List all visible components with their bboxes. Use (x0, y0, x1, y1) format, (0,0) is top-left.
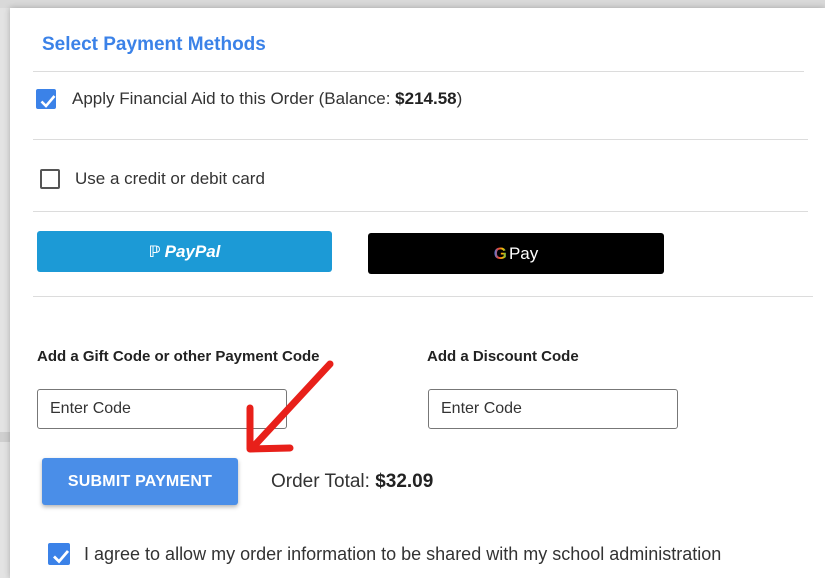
financial-aid-text: Apply Financial Aid to this Order (Balan… (72, 89, 396, 108)
google-g-icon: G (493, 243, 507, 263)
financial-aid-label: Apply Financial Aid to this Order (Balan… (72, 89, 462, 109)
financial-aid-balance: $214.58 (395, 89, 457, 108)
order-total-label: Order Total: (271, 471, 376, 492)
google-pay-button[interactable]: G Pay (368, 233, 664, 274)
section-title: Select Payment Methods (42, 34, 266, 55)
google-pay-label: Pay (508, 243, 539, 263)
paypal-label: PayPal (164, 241, 221, 261)
order-total-value: $32.09 (375, 471, 434, 492)
divider (33, 139, 808, 140)
discount-code-input[interactable] (428, 389, 678, 429)
red-arrow-icon (246, 360, 334, 453)
agreement-label: I agree to allow my order information to… (84, 544, 722, 564)
checkmark-icon (40, 95, 56, 108)
checkmark-icon (53, 550, 70, 564)
divider (33, 296, 813, 297)
financial-aid-checkbox[interactable] (36, 89, 56, 109)
background-strip (0, 0, 825, 8)
agreement-checkbox[interactable] (48, 543, 70, 565)
discount-code-label: Add a Discount Code (427, 348, 579, 365)
divider (33, 71, 804, 72)
paypal-logo-icon: ℙ (148, 243, 161, 261)
credit-card-label: Use a credit or debit card (75, 169, 265, 188)
order-total: Order Total: $32.09 (271, 471, 433, 493)
paypal-button[interactable]: ℙ PayPal (37, 231, 332, 272)
financial-aid-suffix: ) (456, 89, 463, 108)
divider (33, 211, 808, 212)
credit-card-checkbox[interactable] (40, 169, 60, 189)
submit-payment-button[interactable]: SUBMIT PAYMENT (42, 458, 238, 505)
